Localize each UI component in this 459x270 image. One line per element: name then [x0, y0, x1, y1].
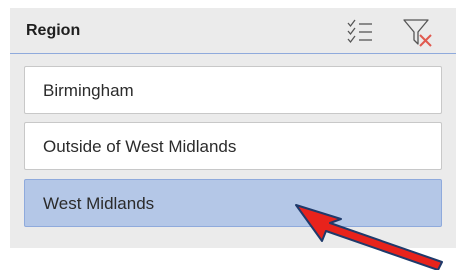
slicer-item-label: West Midlands [43, 194, 155, 213]
multiselect-checklist-icon[interactable] [344, 16, 376, 48]
slicer-item-birmingham[interactable]: Birmingham [24, 66, 442, 114]
slicer-item-label: Birmingham [43, 81, 134, 100]
slicer-title: Region [26, 22, 81, 39]
slicer-item-west-midlands[interactable]: West Midlands [24, 179, 442, 227]
slicer-item-outside-west-midlands[interactable]: Outside of West Midlands [24, 122, 442, 170]
slicer-header: Region [10, 8, 456, 54]
slicer-item-label: Outside of West Midlands [43, 137, 237, 156]
clear-filter-icon[interactable] [402, 16, 434, 48]
region-slicer: Region Birmingham Outside of West Midlan… [10, 8, 456, 248]
